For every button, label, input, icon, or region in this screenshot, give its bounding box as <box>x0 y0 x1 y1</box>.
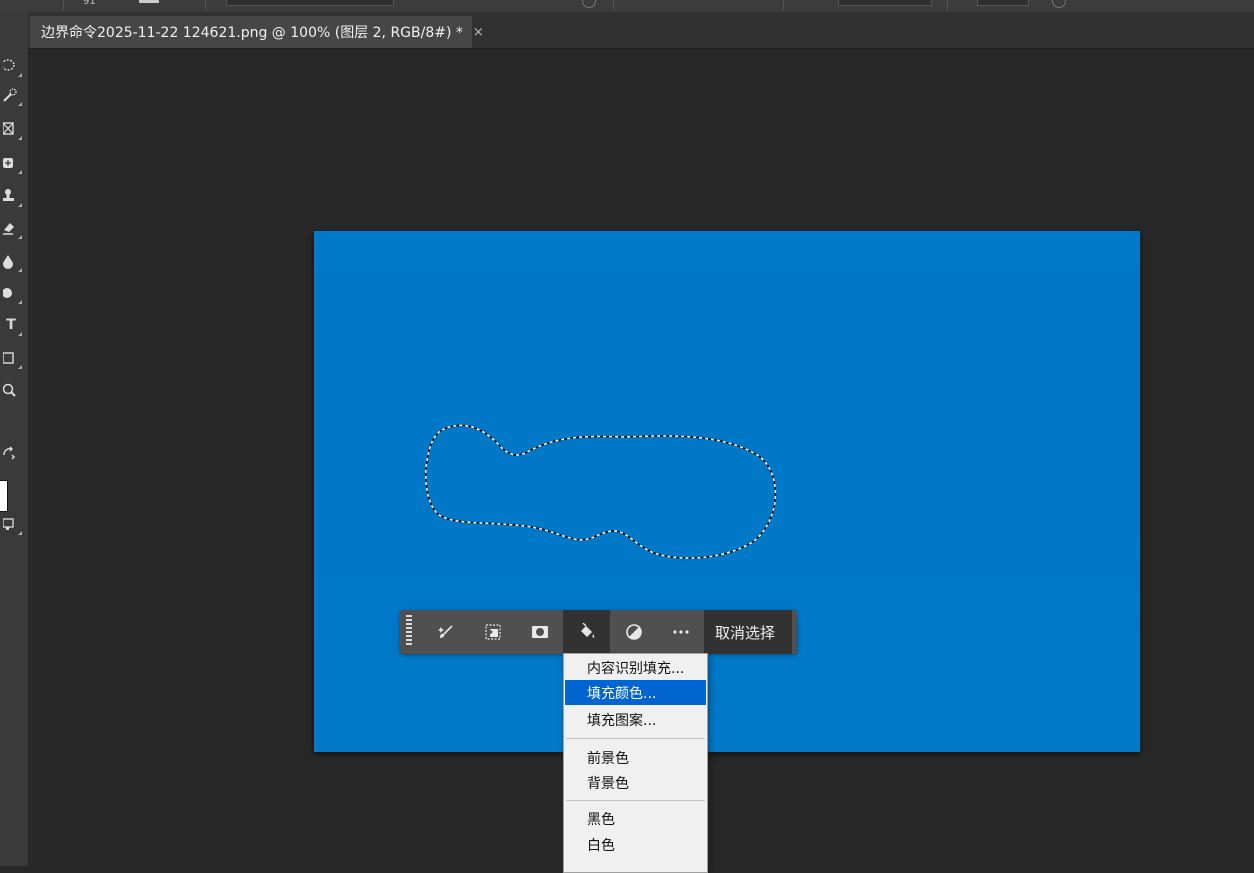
menu-item-content-aware-fill[interactable]: 内容识别填充... <box>565 655 706 680</box>
frame-tool-icon[interactable] <box>0 118 22 140</box>
document-canvas[interactable] <box>314 231 1140 752</box>
options-divider <box>947 0 948 10</box>
flow-field[interactable] <box>977 0 1029 6</box>
foreground-color-swatch[interactable] <box>0 480 8 512</box>
menu-item-fill-pattern[interactable]: 填充图案... <box>565 707 706 732</box>
transform-selection-icon[interactable] <box>469 610 516 654</box>
fill-menu: 内容识别填充... 填充颜色... 填充图案... 前景色 背景色 黑色 白色 <box>563 653 708 873</box>
document-title: 边界命令2025-11-22 124621.png @ 100% (图层 2, … <box>41 25 463 41</box>
burn-tool-icon[interactable] <box>0 282 22 304</box>
menu-separator <box>566 738 705 739</box>
menu-item-fill-color[interactable]: 填充颜色... <box>565 680 706 705</box>
menu-item-background-color[interactable]: 背景色 <box>565 770 706 795</box>
options-bar: 91 <box>0 0 1254 12</box>
eraser-tool-icon[interactable] <box>0 217 22 239</box>
swap-colors-icon[interactable] <box>0 443 22 465</box>
type-tool-icon[interactable]: T <box>0 314 22 336</box>
adjustment-icon[interactable] <box>610 610 657 654</box>
mask-icon[interactable] <box>516 610 563 654</box>
type-tool-glyph: T <box>6 317 16 333</box>
selection-marquee <box>425 424 777 559</box>
opacity-field[interactable] <box>838 0 932 6</box>
tools-panel: T <box>0 12 29 866</box>
pressure-icon[interactable] <box>582 0 596 8</box>
lasso-tool-icon[interactable] <box>0 55 22 77</box>
brush-preview-icon[interactable] <box>139 0 159 3</box>
contextual-task-bar: 取消选择 <box>400 610 797 654</box>
options-divider <box>205 0 206 10</box>
heal-tool-icon[interactable] <box>0 152 22 174</box>
options-divider <box>783 0 784 10</box>
close-icon[interactable]: × <box>473 25 484 40</box>
brush-icon[interactable] <box>422 610 469 654</box>
menu-item-foreground-color[interactable]: 前景色 <box>565 745 706 770</box>
zoom-tool-icon[interactable] <box>0 380 22 402</box>
deselect-button[interactable]: 取消选择 <box>704 610 793 654</box>
menu-item-white[interactable]: 白色 <box>565 832 706 857</box>
drag-handle-icon[interactable] <box>400 610 422 654</box>
menu-separator <box>566 800 705 801</box>
mode-dropdown[interactable] <box>226 0 394 6</box>
menu-item-black[interactable]: 黑色 <box>565 806 706 831</box>
screen-mode-icon[interactable] <box>0 513 22 535</box>
brush-size-value[interactable]: 91 <box>83 0 96 7</box>
more-icon[interactable] <box>657 610 704 654</box>
quick-selection-tool-icon[interactable] <box>0 84 22 106</box>
airbrush-icon[interactable] <box>1052 0 1066 8</box>
document-tab[interactable]: 边界命令2025-11-22 124621.png @ 100% (图层 2, … <box>30 16 484 48</box>
blur-tool-icon[interactable] <box>0 250 22 272</box>
options-divider <box>613 0 614 10</box>
options-divider <box>63 0 64 10</box>
document-tab-bar: 边界命令2025-11-22 124621.png @ 100% (图层 2, … <box>28 12 1254 49</box>
shape-tool-icon[interactable] <box>0 347 22 369</box>
fill-bucket-icon[interactable] <box>563 610 610 654</box>
stamp-tool-icon[interactable] <box>0 185 22 207</box>
